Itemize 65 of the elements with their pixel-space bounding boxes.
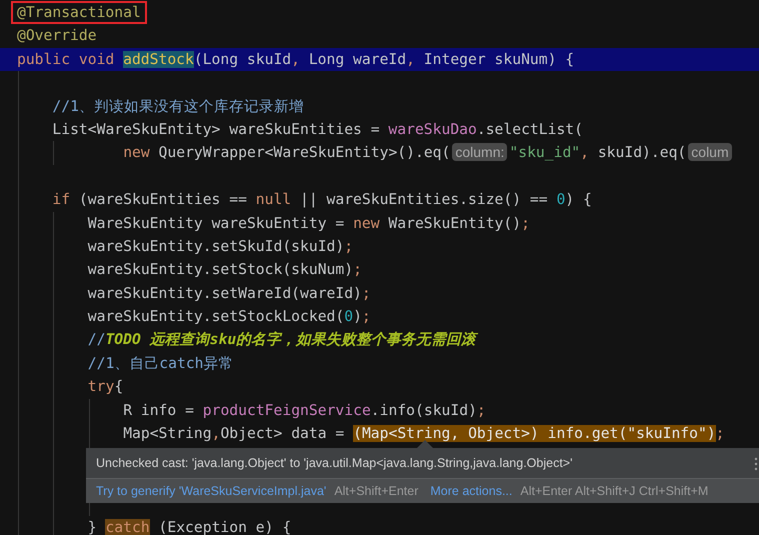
code-text: (Long skuId <box>194 50 292 68</box>
more-options-icon[interactable] <box>754 457 758 471</box>
warning-highlight: (Map<String, Object>) info.get("skuInfo") <box>353 425 716 442</box>
parameter-hint: column: <box>452 143 508 162</box>
code-text: .selectList( <box>476 120 583 138</box>
comment-text: // <box>88 331 106 348</box>
code-text: ) { <box>565 191 592 208</box>
keyword-text: null <box>256 191 292 208</box>
punctuation-text: , <box>212 425 220 442</box>
keyword-text: new <box>123 144 150 162</box>
comment-text: //1、自己catch异常 <box>88 354 234 372</box>
number-literal: 0 <box>556 191 566 208</box>
code-text: (Exception e) { <box>158 518 292 535</box>
code-text: Object> data = <box>220 425 346 442</box>
code-text: (wareSkuEntities == <box>78 191 248 208</box>
action-link[interactable]: More actions... <box>430 484 512 498</box>
code-text: Integer skuNum) { <box>422 50 574 68</box>
code-text: wareSkuEntity.setStockLocked( <box>88 308 344 326</box>
punctuation-text: , <box>580 144 589 162</box>
annotation-text: @Override <box>17 27 97 44</box>
punctuation-text: ; <box>362 284 371 302</box>
punctuation-text: ; <box>521 214 530 232</box>
code-text: ) <box>353 308 362 326</box>
outlined-annotation: @Transactional <box>11 1 147 24</box>
string-literal: "sku_id" <box>509 144 580 162</box>
code-text: wareSkuEntity.setWareId(wareId) <box>88 284 362 302</box>
warning-message: Unchecked cast: 'java.lang.Object' to 'java.util.Map<java.lang.String,java.lang.Object>' <box>96 456 572 470</box>
code-text: skuId).eq( <box>596 144 686 162</box>
punctuation-text: ; <box>716 425 725 442</box>
shortcut-text: Alt+Shift+Enter <box>334 484 418 498</box>
code-text: Long wareId <box>308 50 406 68</box>
code-text: List<WareSkuEntity> wareSkuEntities = <box>52 120 381 138</box>
keyword-text: try <box>88 378 114 396</box>
code-text: wareSkuEntity.setSkuId(skuId) <box>88 238 344 255</box>
punctuation-text: ; <box>362 308 371 326</box>
code-text: wareSkuEntity.setStock(skuNum) <box>88 261 354 278</box>
keyword-text: if <box>52 191 70 208</box>
code-text: WareSkuEntity() <box>387 214 522 232</box>
keyword-text: new <box>353 214 380 232</box>
highlighted-identifier: addStock <box>123 50 194 68</box>
punctuation-text: , <box>291 50 300 68</box>
parameter-hint: colum <box>688 143 732 162</box>
number-literal: 0 <box>344 308 354 326</box>
action-link[interactable]: Try to generify 'WareSkuServiceImpl.java' <box>96 484 326 498</box>
code-text: .info(skuId) <box>370 402 477 419</box>
code-text: Map<String <box>123 425 212 442</box>
code-text: WareSkuEntity wareSkuEntity = <box>88 214 346 232</box>
keyword-text: public <box>17 50 72 68</box>
code-text: || wareSkuEntities.size() == <box>298 191 549 208</box>
field-name-text: wareSkuDao <box>388 120 477 138</box>
todo-comment: TODO 远程查询sku的名字，如果失败整个事务无需回滚 <box>105 331 476 348</box>
punctuation-text: ; <box>344 238 354 255</box>
code-text: QueryWrapper<WareSkuEntity>().eq( <box>158 144 450 162</box>
code-text: { <box>114 378 124 396</box>
comment-text: //1、判读如果没有这个库存记录新增 <box>52 98 304 115</box>
punctuation-text: ; <box>476 402 486 419</box>
matched-keyword: catch <box>105 518 150 535</box>
code-text: R info = <box>123 402 195 419</box>
punctuation-text: , <box>406 50 415 68</box>
code-text: } <box>88 518 98 535</box>
shortcut-text: Alt+Enter Alt+Shift+J Ctrl+Shift+M <box>520 484 708 498</box>
punctuation-text: ; <box>353 261 362 278</box>
code-editor[interactable] <box>0 0 759 535</box>
field-name-text: productFeignService <box>202 402 371 419</box>
keyword-text: void <box>78 50 116 68</box>
